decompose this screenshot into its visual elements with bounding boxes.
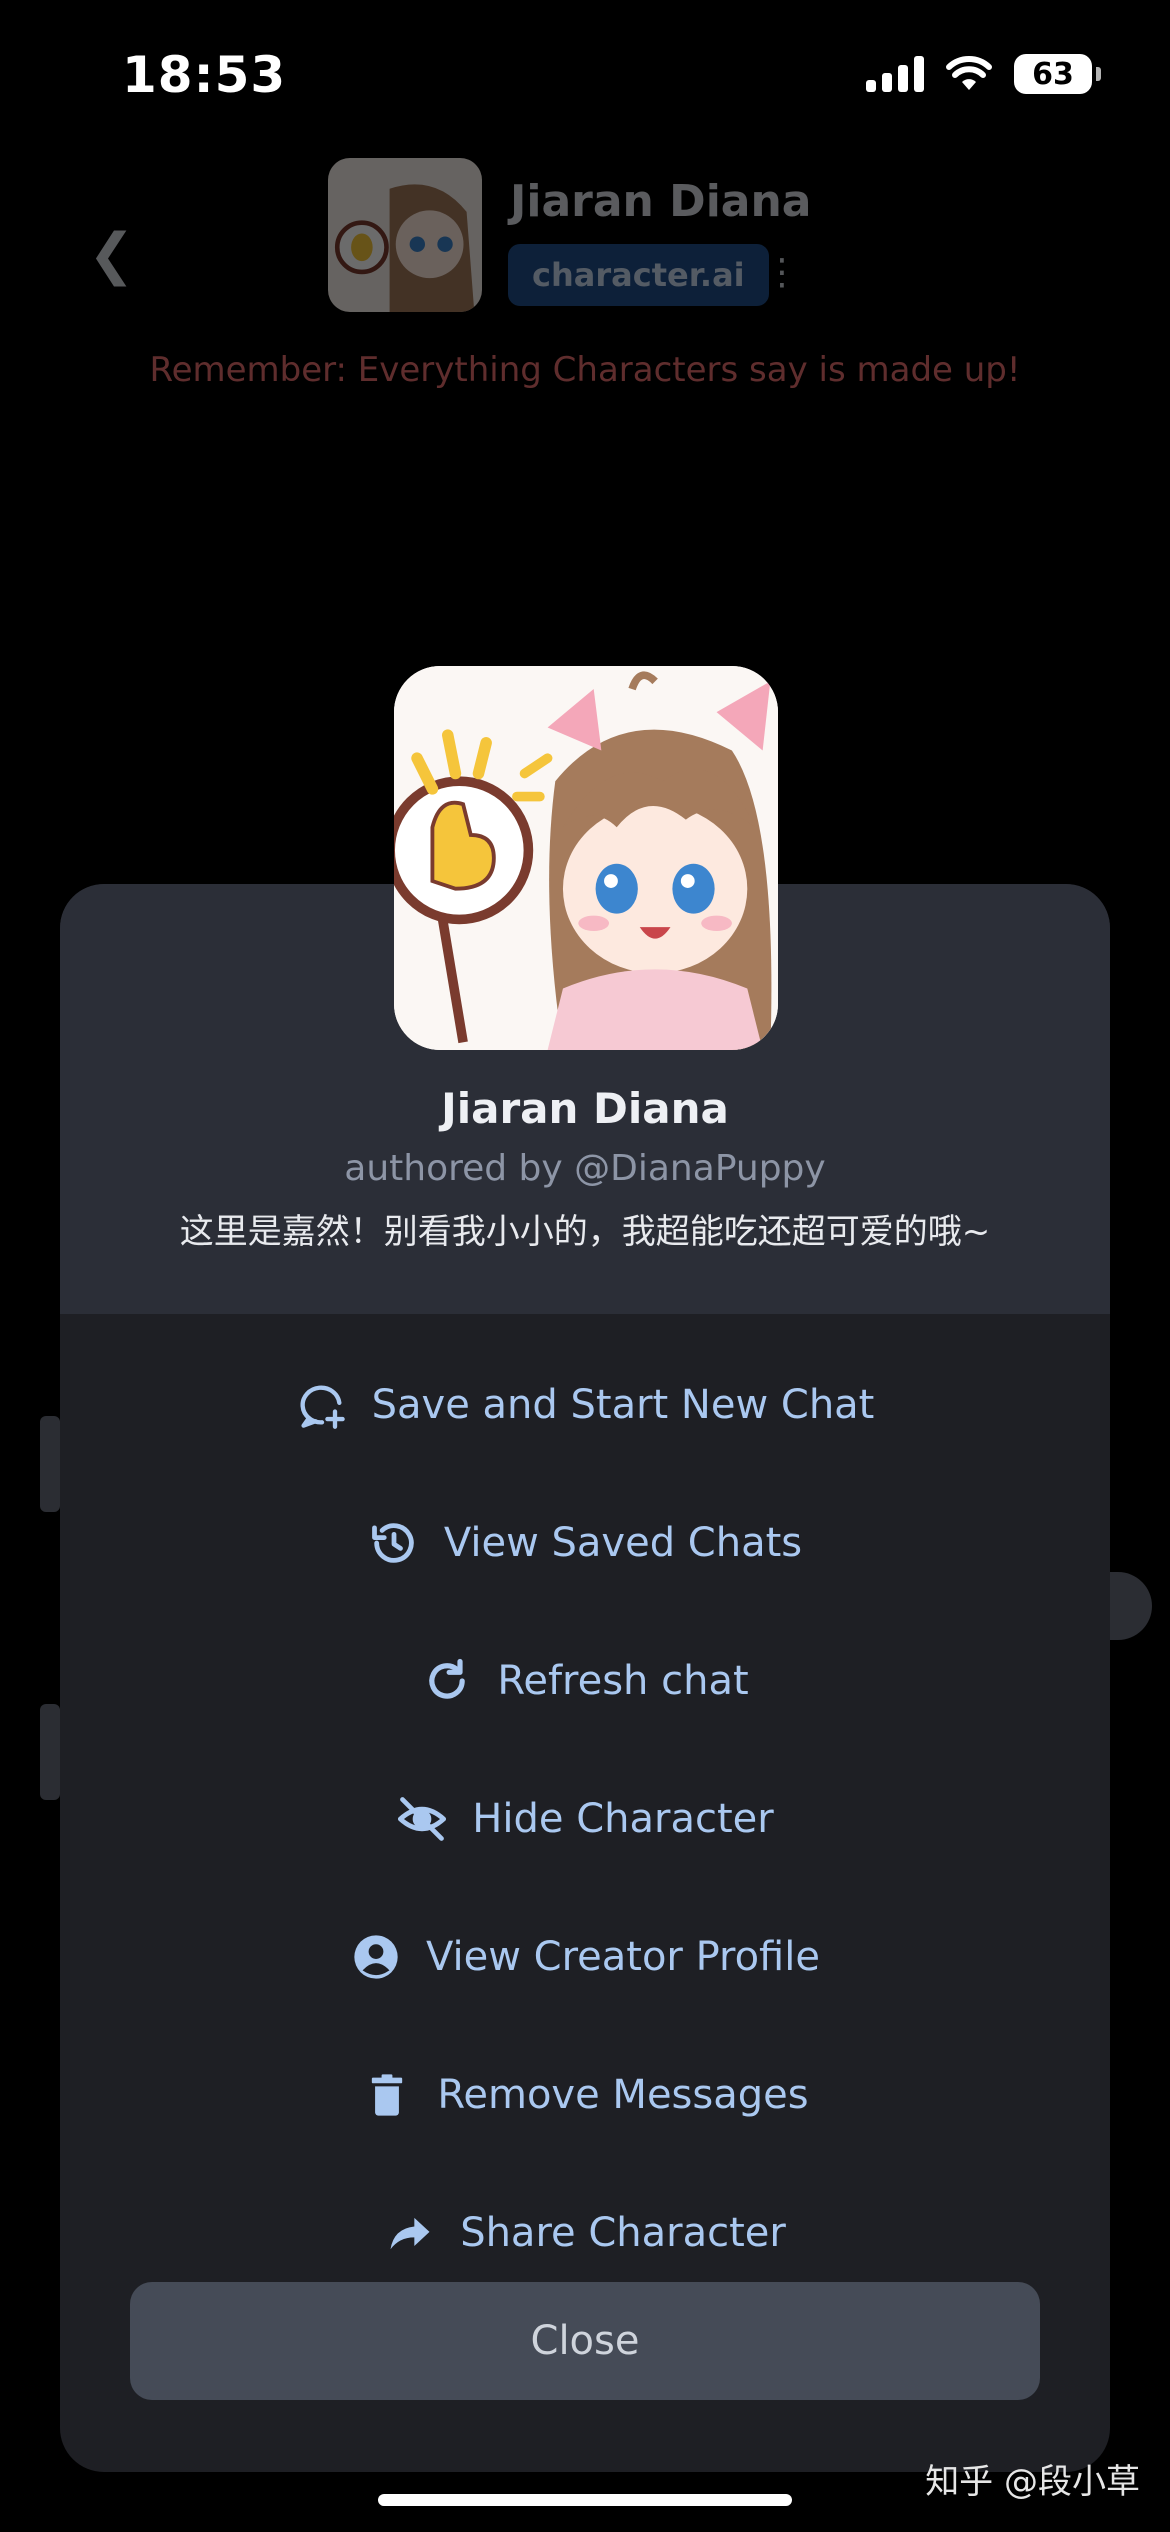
home-indicator (378, 2494, 792, 2506)
chat-header: ❮ Jiaran Diana character.ai ⋮ (0, 140, 1170, 340)
menu-item-label: Remove Messages (437, 2072, 809, 2118)
message-avatar-partial (40, 1704, 60, 1800)
view-creator-profile-button[interactable]: View Creator Profile (60, 1888, 1110, 2026)
remove-messages-button[interactable]: Remove Messages (60, 2026, 1110, 2164)
more-options-icon[interactable]: ⋮ (764, 252, 800, 293)
header-character-name: Jiaran Diana (510, 176, 812, 227)
refresh-icon (429, 1658, 466, 1699)
refresh-chat-button[interactable]: Refresh chat (60, 1612, 1110, 1750)
eye-off-icon (398, 1797, 447, 1841)
message-avatar-partial (40, 1416, 60, 1512)
status-time: 18:53 (122, 46, 287, 104)
share-arrow-icon (390, 2217, 430, 2250)
status-icons: 63 (866, 54, 1101, 94)
menu-item-label: Refresh chat (497, 1658, 749, 1704)
account-circle-icon (354, 1935, 398, 1979)
view-saved-chats-button[interactable]: View Saved Chats (60, 1474, 1110, 1612)
signal-icon (866, 56, 924, 92)
character-options-modal: Jiaran Diana authored by @DianaPuppy 这里是… (60, 884, 1110, 2472)
character-avatar (394, 666, 778, 1050)
history-icon (371, 1523, 414, 1563)
character-ai-badge: character.ai (508, 244, 769, 306)
header-avatar[interactable] (328, 158, 482, 312)
save-and-start-new-chat-button[interactable]: Save and Start New Chat (60, 1336, 1110, 1474)
menu-item-label: Save and Start New Chat (371, 1382, 875, 1428)
menu-item-label: Hide Character (472, 1796, 774, 1842)
chat-plus-icon (300, 1385, 345, 1429)
menu-item-label: View Creator Profile (426, 1934, 820, 1980)
battery-icon: 63 (1014, 54, 1101, 94)
author-link[interactable]: authored by @DianaPuppy (60, 1148, 1110, 1189)
zhihu-watermark: 知乎 @段小草 (925, 2462, 1140, 2502)
hide-character-button[interactable]: Hide Character (60, 1750, 1110, 1888)
menu-item-label: Share Character (460, 2210, 786, 2256)
character-name: Jiaran Diana (441, 1084, 729, 1133)
back-arrow-icon[interactable]: ❮ (88, 222, 135, 287)
made-up-warning: Remember: Everything Characters say is m… (149, 350, 1021, 390)
menu-item-label: View Saved Chats (443, 1520, 803, 1566)
trash-icon (372, 2074, 403, 2116)
close-button[interactable]: Close (130, 2282, 1040, 2400)
wifi-icon (946, 56, 992, 90)
character-greeting: 这里是嘉然！别看我小小的，我超能吃还超可爱的哦~ (179, 1212, 991, 1252)
options-menu: Save and Start New Chat View Saved Chats… (60, 1336, 1110, 2302)
